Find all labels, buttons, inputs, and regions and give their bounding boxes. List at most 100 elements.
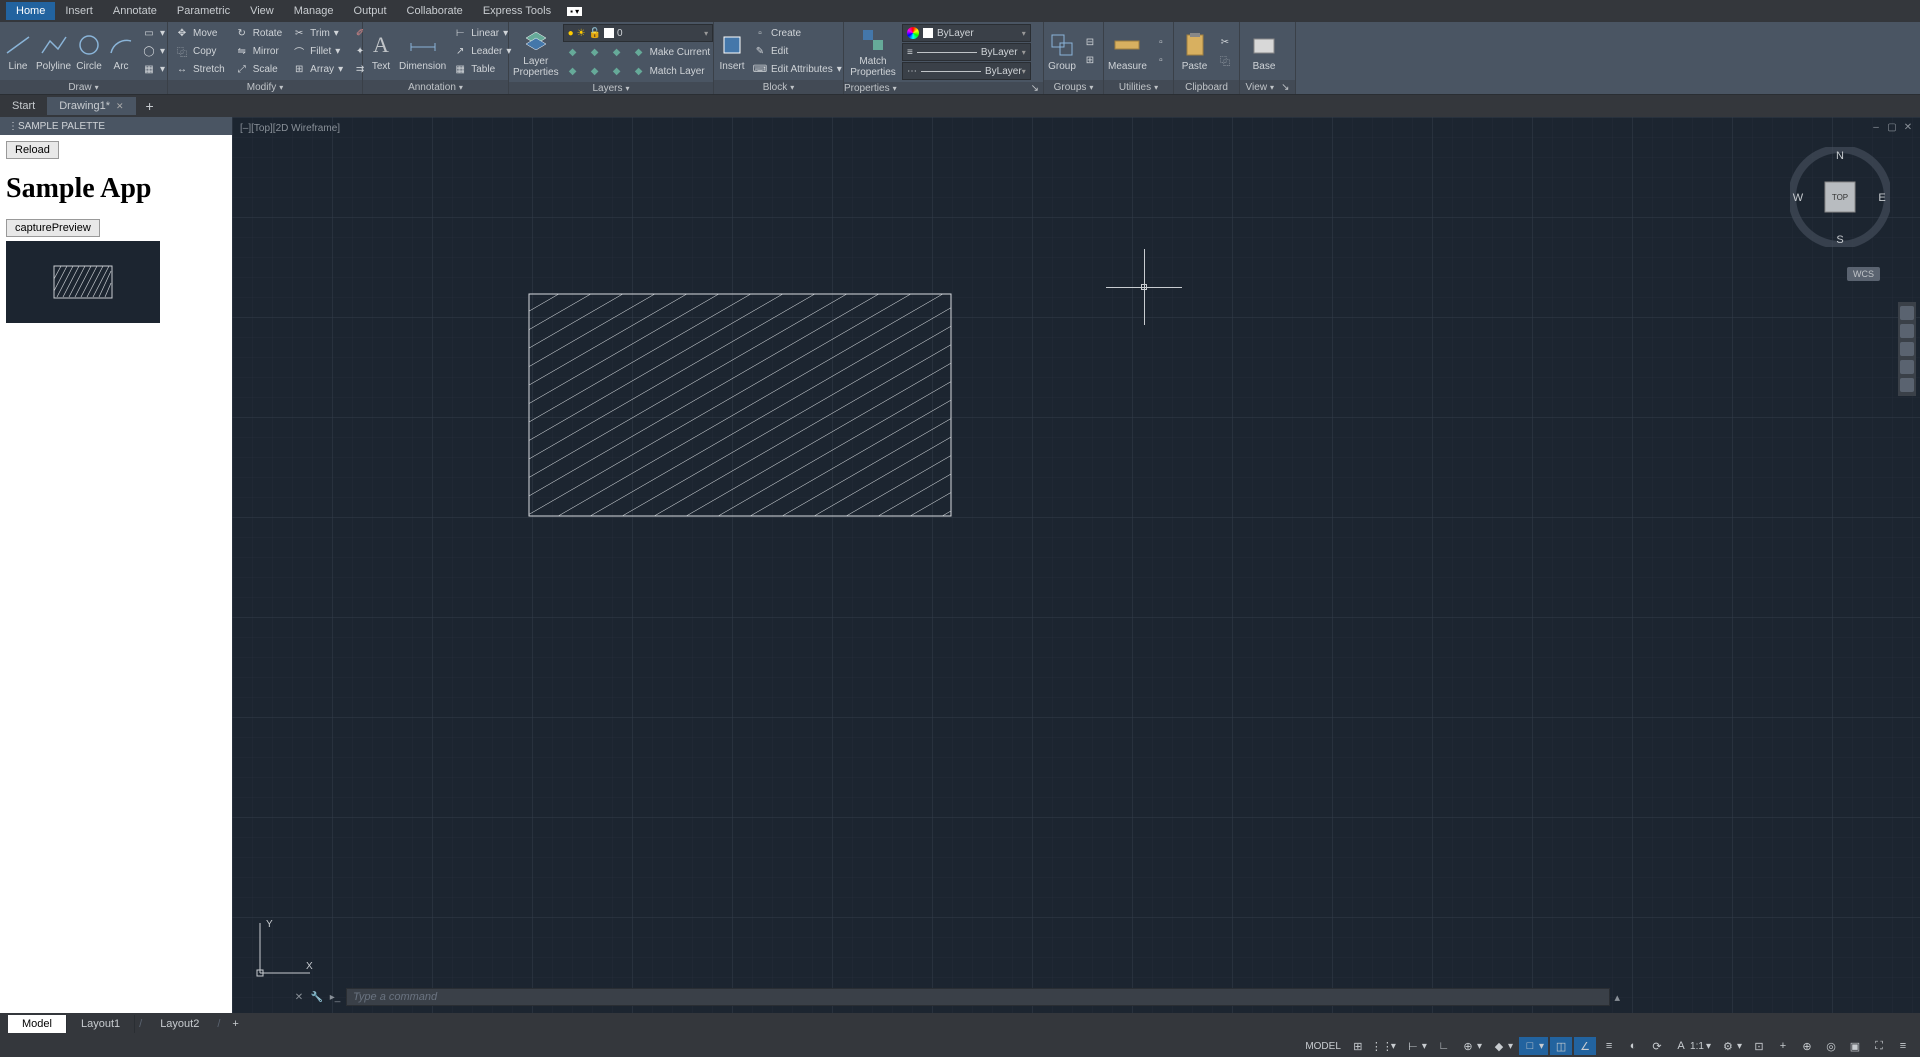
util-extra-2[interactable]: ▫	[1151, 51, 1171, 69]
status-cycling-icon[interactable]: ⟳	[1646, 1037, 1668, 1055]
maximize-viewport-icon[interactable]: ▢	[1886, 121, 1898, 133]
model-tab[interactable]: Model	[8, 1015, 67, 1033]
start-tab[interactable]: Start	[0, 97, 47, 115]
menu-tab-parametric[interactable]: Parametric	[167, 2, 240, 20]
panel-title-annotation[interactable]: Annotation▾	[363, 80, 508, 94]
fillet-button[interactable]: ⌒Fillet ▾	[289, 42, 346, 60]
status-customize-icon[interactable]: ≡	[1892, 1037, 1914, 1055]
status-3dosnap-icon[interactable]: ◫	[1550, 1037, 1572, 1055]
text-button[interactable]: A Text	[367, 24, 395, 78]
draw-extra-3[interactable]: ▦▾	[139, 60, 168, 78]
layout2-tab[interactable]: Layout2	[146, 1015, 213, 1033]
layer-state-5[interactable]: ◆	[585, 62, 605, 80]
cmd-expand-icon[interactable]: ▴	[1614, 991, 1620, 1004]
group-extra-2[interactable]: ⊞	[1080, 51, 1100, 69]
reload-button[interactable]: Reload	[6, 141, 59, 159]
add-layout-button[interactable]: +	[224, 1015, 246, 1033]
layer-state-4[interactable]: ◆	[563, 62, 583, 80]
panel-title-draw[interactable]: Draw▾	[0, 80, 167, 94]
menu-tab-manage[interactable]: Manage	[284, 2, 344, 20]
match-layer-button[interactable]: ◆Match Layer	[629, 62, 708, 80]
layer-properties-button[interactable]: Layer Properties	[513, 26, 559, 78]
linetype-dropdown[interactable]: ⋯ByLayer ▾	[902, 62, 1031, 80]
paste-button[interactable]: Paste	[1178, 24, 1211, 78]
panel-title-properties[interactable]: Properties▾↘	[844, 82, 1043, 94]
make-current-button[interactable]: ◆Make Current	[629, 43, 714, 61]
nav-showmotion-icon[interactable]	[1900, 378, 1914, 392]
panel-title-groups[interactable]: Groups▾	[1044, 80, 1103, 94]
create-block-button[interactable]: ▫Create	[750, 24, 845, 42]
status-iso-icon[interactable]: ◆▾	[1488, 1037, 1517, 1055]
status-cleanscreen-icon[interactable]: ⛶	[1868, 1037, 1890, 1055]
group-button[interactable]: Group	[1048, 24, 1076, 78]
hatched-rectangle[interactable]	[528, 293, 952, 517]
viewcube[interactable]: TOP N S E W	[1790, 147, 1890, 247]
move-button[interactable]: ✥Move	[172, 24, 228, 42]
minimize-viewport-icon[interactable]: –	[1870, 121, 1882, 133]
layout1-tab[interactable]: Layout1	[67, 1015, 135, 1033]
trim-button[interactable]: ✂Trim ▾	[289, 24, 346, 42]
match-properties-button[interactable]: Match Properties	[848, 25, 898, 79]
leader-button[interactable]: ↗Leader ▾	[450, 42, 514, 60]
linear-button[interactable]: ⊢Linear ▾	[450, 24, 514, 42]
status-transparency-icon[interactable]: ◐	[1622, 1037, 1644, 1055]
edit-block-button[interactable]: ✎Edit	[750, 42, 845, 60]
layer-state-1[interactable]: ◆	[563, 43, 583, 61]
menu-tab-annotate[interactable]: Annotate	[103, 2, 167, 20]
menu-tab-insert[interactable]: Insert	[55, 2, 103, 20]
dimension-button[interactable]: Dimension	[399, 24, 446, 78]
menu-tab-express-tools[interactable]: Express Tools	[473, 2, 561, 20]
util-extra-1[interactable]: ▫	[1151, 33, 1171, 51]
panel-title-block[interactable]: Block▾	[714, 80, 843, 94]
nav-orbit-icon[interactable]	[1900, 360, 1914, 374]
close-tab-icon[interactable]: ✕	[116, 101, 124, 112]
status-ws-icon[interactable]: ⊡	[1748, 1037, 1770, 1055]
status-units-icon[interactable]: ⊕	[1796, 1037, 1818, 1055]
drawing-canvas[interactable]: [–][Top][2D Wireframe] – ▢ ✕	[232, 117, 1920, 1013]
panel-title-utilities[interactable]: Utilities▾	[1104, 80, 1173, 94]
drawing1-tab[interactable]: Drawing1*✕	[47, 97, 135, 115]
nav-pan-icon[interactable]	[1900, 324, 1914, 338]
ucs-icon[interactable]: Y X	[250, 913, 320, 983]
insert-button[interactable]: Insert	[718, 24, 746, 78]
panel-title-view[interactable]: View▾↘	[1240, 80, 1295, 94]
status-infer-icon[interactable]: ⊢▾	[1402, 1037, 1431, 1055]
menu-tab-output[interactable]: Output	[344, 2, 397, 20]
command-input[interactable]: Type a command	[346, 988, 1610, 1006]
status-model[interactable]: MODEL	[1301, 1039, 1345, 1054]
table-button[interactable]: ▦Table	[450, 60, 514, 78]
base-button[interactable]: Base	[1244, 24, 1284, 78]
panel-title-layers[interactable]: Layers▾	[509, 82, 713, 94]
layer-state-2[interactable]: ◆	[585, 43, 605, 61]
draw-extra-2[interactable]: ◯▾	[139, 42, 168, 60]
status-gear-icon[interactable]: ⚙▾	[1717, 1037, 1746, 1055]
status-lwt-icon[interactable]: ≡	[1598, 1037, 1620, 1055]
lineweight-dropdown[interactable]: ≡ByLayer ▾	[902, 43, 1031, 61]
menu-tab-collaborate[interactable]: Collaborate	[397, 2, 473, 20]
status-osnap-icon[interactable]: □▾	[1519, 1037, 1548, 1055]
polyline-button[interactable]: Polyline	[36, 24, 71, 78]
status-grid-icon[interactable]: ⊞	[1347, 1037, 1369, 1055]
status-snap-icon[interactable]: ⋮⋮▾	[1371, 1037, 1400, 1055]
nav-zoom-icon[interactable]	[1900, 342, 1914, 356]
line-button[interactable]: Line	[4, 24, 32, 78]
measure-button[interactable]: Measure	[1108, 24, 1147, 78]
cut-button[interactable]: ✂	[1215, 33, 1235, 51]
edit-attributes-button[interactable]: ⌨Edit Attributes ▾	[750, 60, 845, 78]
cmd-wrench-icon[interactable]: 🔧	[310, 990, 324, 1004]
status-annoscale[interactable]: A1:1▾	[1670, 1037, 1715, 1055]
layer-state-6[interactable]: ◆	[607, 62, 627, 80]
mirror-button[interactable]: ⇋Mirror	[232, 42, 285, 60]
status-otrack-icon[interactable]: ∠	[1574, 1037, 1596, 1055]
stretch-button[interactable]: ↔Stretch	[172, 60, 228, 78]
cmd-close-icon[interactable]: ✕	[292, 990, 306, 1004]
menu-tab-featured[interactable]: ▪ ▾	[561, 3, 588, 19]
color-dropdown[interactable]: ByLayer ▾	[902, 24, 1031, 42]
status-ortho-icon[interactable]: ∟	[1433, 1037, 1455, 1055]
rotate-button[interactable]: ↻Rotate	[232, 24, 285, 42]
copy-button[interactable]: ⿻Copy	[172, 42, 228, 60]
status-hardware-icon[interactable]: ▣	[1844, 1037, 1866, 1055]
scale-button[interactable]: ⤢Scale	[232, 60, 285, 78]
add-tab-button[interactable]: +	[136, 95, 164, 117]
layer-dropdown[interactable]: ●☀🔓0 ▾	[563, 24, 714, 42]
